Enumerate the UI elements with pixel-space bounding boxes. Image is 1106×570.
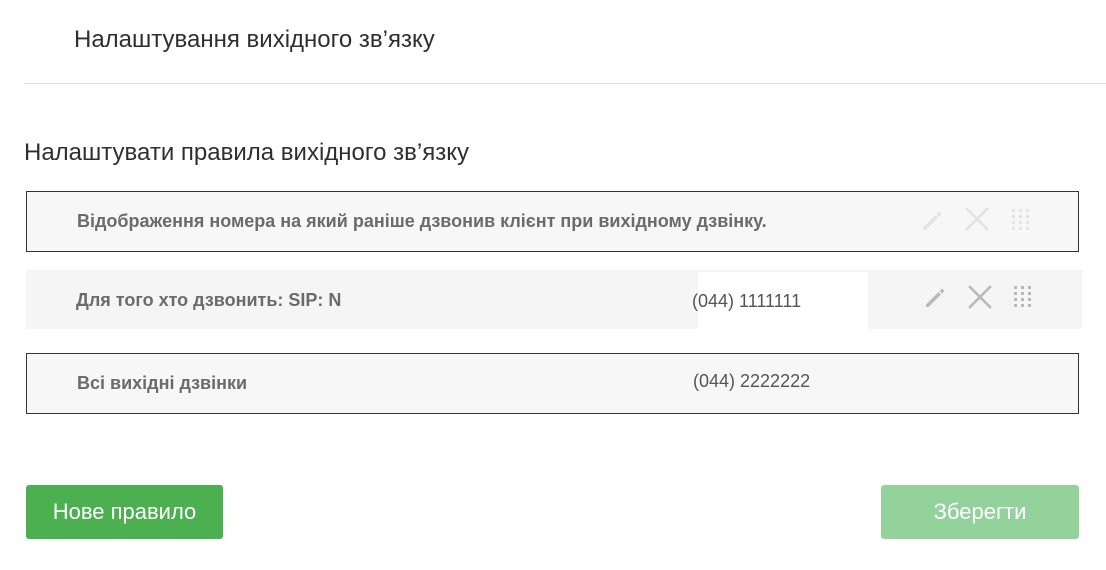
outgoing-settings-page: Налаштування вихідного зв’язку Налаштува… [0, 0, 1106, 570]
rule-name: Всі вихідні дзвінки [77, 373, 248, 393]
rule-row[interactable]: Для того хто дзвонить: SIP: N (044) 1111… [26, 270, 1082, 334]
section-title: Налаштувати правила вихідного зв’язку [24, 139, 469, 166]
close-icon[interactable] [964, 206, 990, 232]
new-rule-button[interactable]: Нове правило [26, 485, 223, 539]
rule-row[interactable]: Відображення номера на який раніше дзвон… [26, 191, 1079, 252]
close-icon[interactable] [967, 284, 993, 310]
drag-handle-icon[interactable] [1008, 206, 1034, 232]
drag-handle-icon[interactable] [1010, 283, 1036, 309]
pencil-icon[interactable] [922, 284, 948, 310]
title-divider [24, 83, 1106, 84]
save-button[interactable]: Зберегти [881, 485, 1079, 539]
rule-phone: (044) 2222222 [693, 371, 811, 391]
rule-name: Відображення номера на який раніше дзвон… [77, 211, 767, 231]
page-title: Налаштування вихідного зв’язку [74, 26, 435, 53]
pencil-icon[interactable] [919, 207, 945, 233]
rule-phone: (044) 1111111 [692, 291, 802, 311]
rule-row[interactable]: Всі вихідні дзвінки (044) 2222222 [26, 353, 1079, 414]
rule-name: Для того хто дзвонить: SIP: N [76, 290, 342, 310]
